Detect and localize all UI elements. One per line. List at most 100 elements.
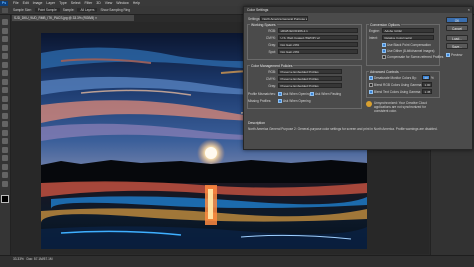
- sample-select[interactable]: All Layers: [77, 8, 98, 12]
- move-tool-icon[interactable]: [2, 19, 8, 25]
- spot-label: Spot:: [268, 50, 276, 54]
- engine-select[interactable]: Adobe (ACE): [382, 28, 434, 33]
- doc-size: Doc: 57.1M/57.1M: [26, 257, 53, 261]
- menu-image[interactable]: Image: [31, 1, 45, 5]
- blend-rgb-label: Blend RGB Colors Using Gamma:: [374, 83, 423, 87]
- dither-checkbox[interactable]: [382, 49, 386, 53]
- rgb-label: RGB:: [268, 29, 276, 33]
- description-heading: Description: [248, 121, 265, 125]
- sample-size-label: Sample Size:: [13, 8, 32, 12]
- gray-working-space-select[interactable]: Dot Gain 20%: [278, 42, 358, 47]
- menu-file[interactable]: File: [11, 1, 21, 5]
- load-button[interactable]: Load...: [446, 35, 468, 41]
- desaturate-value-input[interactable]: 20: [422, 75, 430, 80]
- preview-label: Preview: [451, 53, 463, 57]
- blend-text-value-input[interactable]: 1.45: [422, 89, 432, 94]
- healing-brush-icon[interactable]: [2, 70, 8, 76]
- advanced-heading: Advanced Controls: [369, 69, 400, 74]
- zoom-readout[interactable]: 33.33% Doc: 57.1M/57.1M: [13, 257, 53, 261]
- missing-profiles-label: Missing Profiles:: [248, 99, 272, 103]
- blend-rgb-value-input[interactable]: 1.00: [422, 82, 432, 87]
- settings-select[interactable]: North America General Purpose 2: [260, 16, 308, 21]
- rgb-policy-select[interactable]: Preserve Embedded Profiles: [278, 69, 342, 74]
- eyedropper-icon[interactable]: [2, 61, 8, 68]
- gray-label: Gray:: [268, 43, 276, 47]
- ok-button[interactable]: OK: [446, 17, 468, 23]
- document-tab[interactable]: SJD_DKU_9UD_RMB_ITK_PACS.jpg @ 33.3% (RG…: [12, 15, 134, 21]
- menu-edit[interactable]: Edit: [21, 1, 31, 5]
- photoshop-logo: Ps: [0, 0, 8, 6]
- cmyk-policy-select[interactable]: Preserve Embedded Profiles: [278, 76, 342, 81]
- menu-help[interactable]: Help: [131, 1, 142, 5]
- working-spaces-heading: Working Spaces: [250, 22, 277, 27]
- menu-type[interactable]: Type: [57, 1, 69, 5]
- blend-text-checkbox[interactable]: [369, 90, 373, 94]
- policy-cmyk-label: CMYK:: [265, 77, 276, 81]
- policy-rgb-label: RGB:: [268, 70, 276, 74]
- pen-tool-icon[interactable]: [2, 138, 8, 144]
- profile-mismatches-label: Profile Mismatches:: [248, 92, 276, 96]
- brush-tool-icon[interactable]: [2, 78, 8, 85]
- gradient-tool-icon[interactable]: [2, 112, 8, 119]
- mismatch-ask-opening-label: Ask When Opening: [283, 92, 311, 96]
- spot-working-space-select[interactable]: Dot Gain 20%: [278, 49, 358, 54]
- marquee-tool-icon[interactable]: [2, 27, 8, 34]
- type-tool-icon[interactable]: [2, 146, 8, 153]
- crop-tool-icon[interactable]: [2, 53, 8, 59]
- zoom-level: 33.33%: [13, 257, 24, 261]
- history-brush-icon[interactable]: [2, 95, 8, 102]
- foreground-color-swatch[interactable]: [1, 195, 9, 203]
- blur-tool-icon[interactable]: [2, 121, 8, 127]
- desaturate-checkbox[interactable]: [369, 76, 373, 80]
- sample-size-select[interactable]: Point Sample: [34, 8, 60, 12]
- show-sampling-ring-checkbox[interactable]: Show Sampling Ring: [97, 8, 133, 12]
- menu-window[interactable]: Window: [114, 1, 130, 5]
- intent-select[interactable]: Relative Colorimetric: [382, 35, 434, 40]
- policies-heading: Color Management Policies: [250, 63, 294, 68]
- tools-panel: [0, 15, 11, 259]
- black-point-checkbox[interactable]: [382, 43, 386, 47]
- rgb-working-space-select[interactable]: sRGB IEC61966-2.1: [278, 28, 358, 33]
- engine-label: Engine:: [369, 29, 380, 33]
- path-select-icon[interactable]: [2, 155, 8, 161]
- description-text: North America General Purpose 2: General…: [248, 127, 438, 131]
- status-bar: [0, 255, 474, 267]
- clone-stamp-icon[interactable]: [2, 87, 8, 93]
- desaturate-label: Desaturate Monitor Colors By:: [374, 76, 417, 80]
- save-button[interactable]: Save...: [446, 43, 468, 49]
- preview-checkbox[interactable]: [446, 53, 450, 57]
- cmyk-label: CMYK:: [265, 36, 276, 40]
- gray-policy-select[interactable]: Preserve Embedded Profiles: [278, 83, 342, 88]
- blend-rgb-checkbox[interactable]: [369, 83, 373, 87]
- cmyk-working-space-select[interactable]: U.S. Web Coated (SWOP) v2: [278, 35, 358, 40]
- mismatch-ask-opening-checkbox[interactable]: [278, 92, 282, 96]
- hand-tool-icon[interactable]: [2, 172, 8, 178]
- cancel-button[interactable]: Cancel: [446, 25, 468, 31]
- menu-3d[interactable]: 3D: [94, 1, 102, 5]
- dialog-title: Color Settings: [244, 7, 472, 13]
- menu-filter[interactable]: Filter: [83, 1, 95, 5]
- close-icon[interactable]: ×: [468, 7, 470, 13]
- percent-label: %: [431, 76, 434, 80]
- lasso-tool-icon[interactable]: [2, 36, 8, 42]
- quick-select-tool-icon[interactable]: [2, 44, 8, 51]
- menu-layer[interactable]: Layer: [44, 1, 57, 5]
- eraser-tool-icon[interactable]: [2, 104, 8, 110]
- policy-gray-label: Gray:: [268, 84, 276, 88]
- missing-ask-opening-label: Ask When Opening: [283, 99, 311, 103]
- menu-select[interactable]: Select: [69, 1, 83, 5]
- eyedropper-tool-icon[interactable]: [2, 7, 8, 13]
- scene-referred-label: Compensate for Scene-referred Profiles: [387, 55, 444, 59]
- dodge-tool-icon[interactable]: [2, 129, 8, 136]
- shape-tool-icon[interactable]: [2, 163, 8, 170]
- black-point-label: Use Black Point Compensation: [387, 43, 431, 47]
- dither-label: Use Dither (8-bit/channel images): [387, 49, 435, 53]
- sample-label: Sample:: [62, 8, 75, 12]
- conversion-heading: Conversion Options: [369, 22, 401, 27]
- zoom-tool-icon[interactable]: [2, 180, 8, 187]
- mismatch-ask-pasting-label: Ask When Pasting: [315, 92, 342, 96]
- scene-referred-checkbox[interactable]: [382, 55, 386, 59]
- mismatch-ask-pasting-checkbox[interactable]: [310, 92, 314, 96]
- missing-ask-opening-checkbox[interactable]: [278, 99, 282, 103]
- menu-view[interactable]: View: [103, 1, 115, 5]
